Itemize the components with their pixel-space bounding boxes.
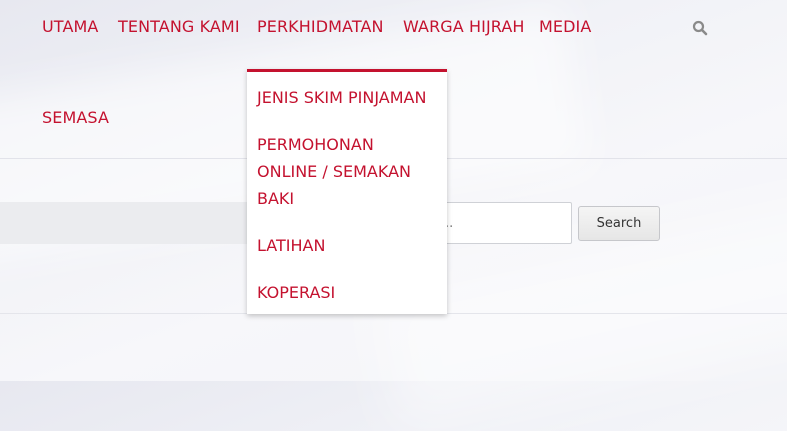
dropdown-item-latihan[interactable]: LATIHAN <box>257 232 442 259</box>
nav-item-utama[interactable]: UTAMA <box>42 17 98 36</box>
content-bar <box>0 202 260 244</box>
search-input[interactable] <box>430 202 572 244</box>
nav-item-warga-hijrah[interactable]: WARGA HIJRAH <box>403 17 525 36</box>
nav-item-tentang-kami[interactable]: TENTANG KAMI <box>118 17 240 36</box>
dropdown-item-permohonan-online[interactable]: PERMOHONAN ONLINE / SEMAKAN BAKI <box>257 131 427 212</box>
search-button[interactable]: Search <box>578 206 660 241</box>
dropdown-item-koperasi[interactable]: KOPERASI <box>257 279 442 306</box>
dropdown-item-jenis-skim-pinjaman[interactable]: JENIS SKIM PINJAMAN <box>257 84 442 111</box>
search-icon[interactable] <box>692 20 708 36</box>
perkhidmatan-dropdown-menu: JENIS SKIM PINJAMAN PERMOHONAN ONLINE / … <box>247 69 447 314</box>
nav-item-perkhidmatan[interactable]: PERKHIDMATAN <box>257 17 384 36</box>
nav-item-media[interactable]: MEDIA <box>539 17 591 36</box>
nav-item-semasa[interactable]: SEMASA <box>42 108 109 127</box>
